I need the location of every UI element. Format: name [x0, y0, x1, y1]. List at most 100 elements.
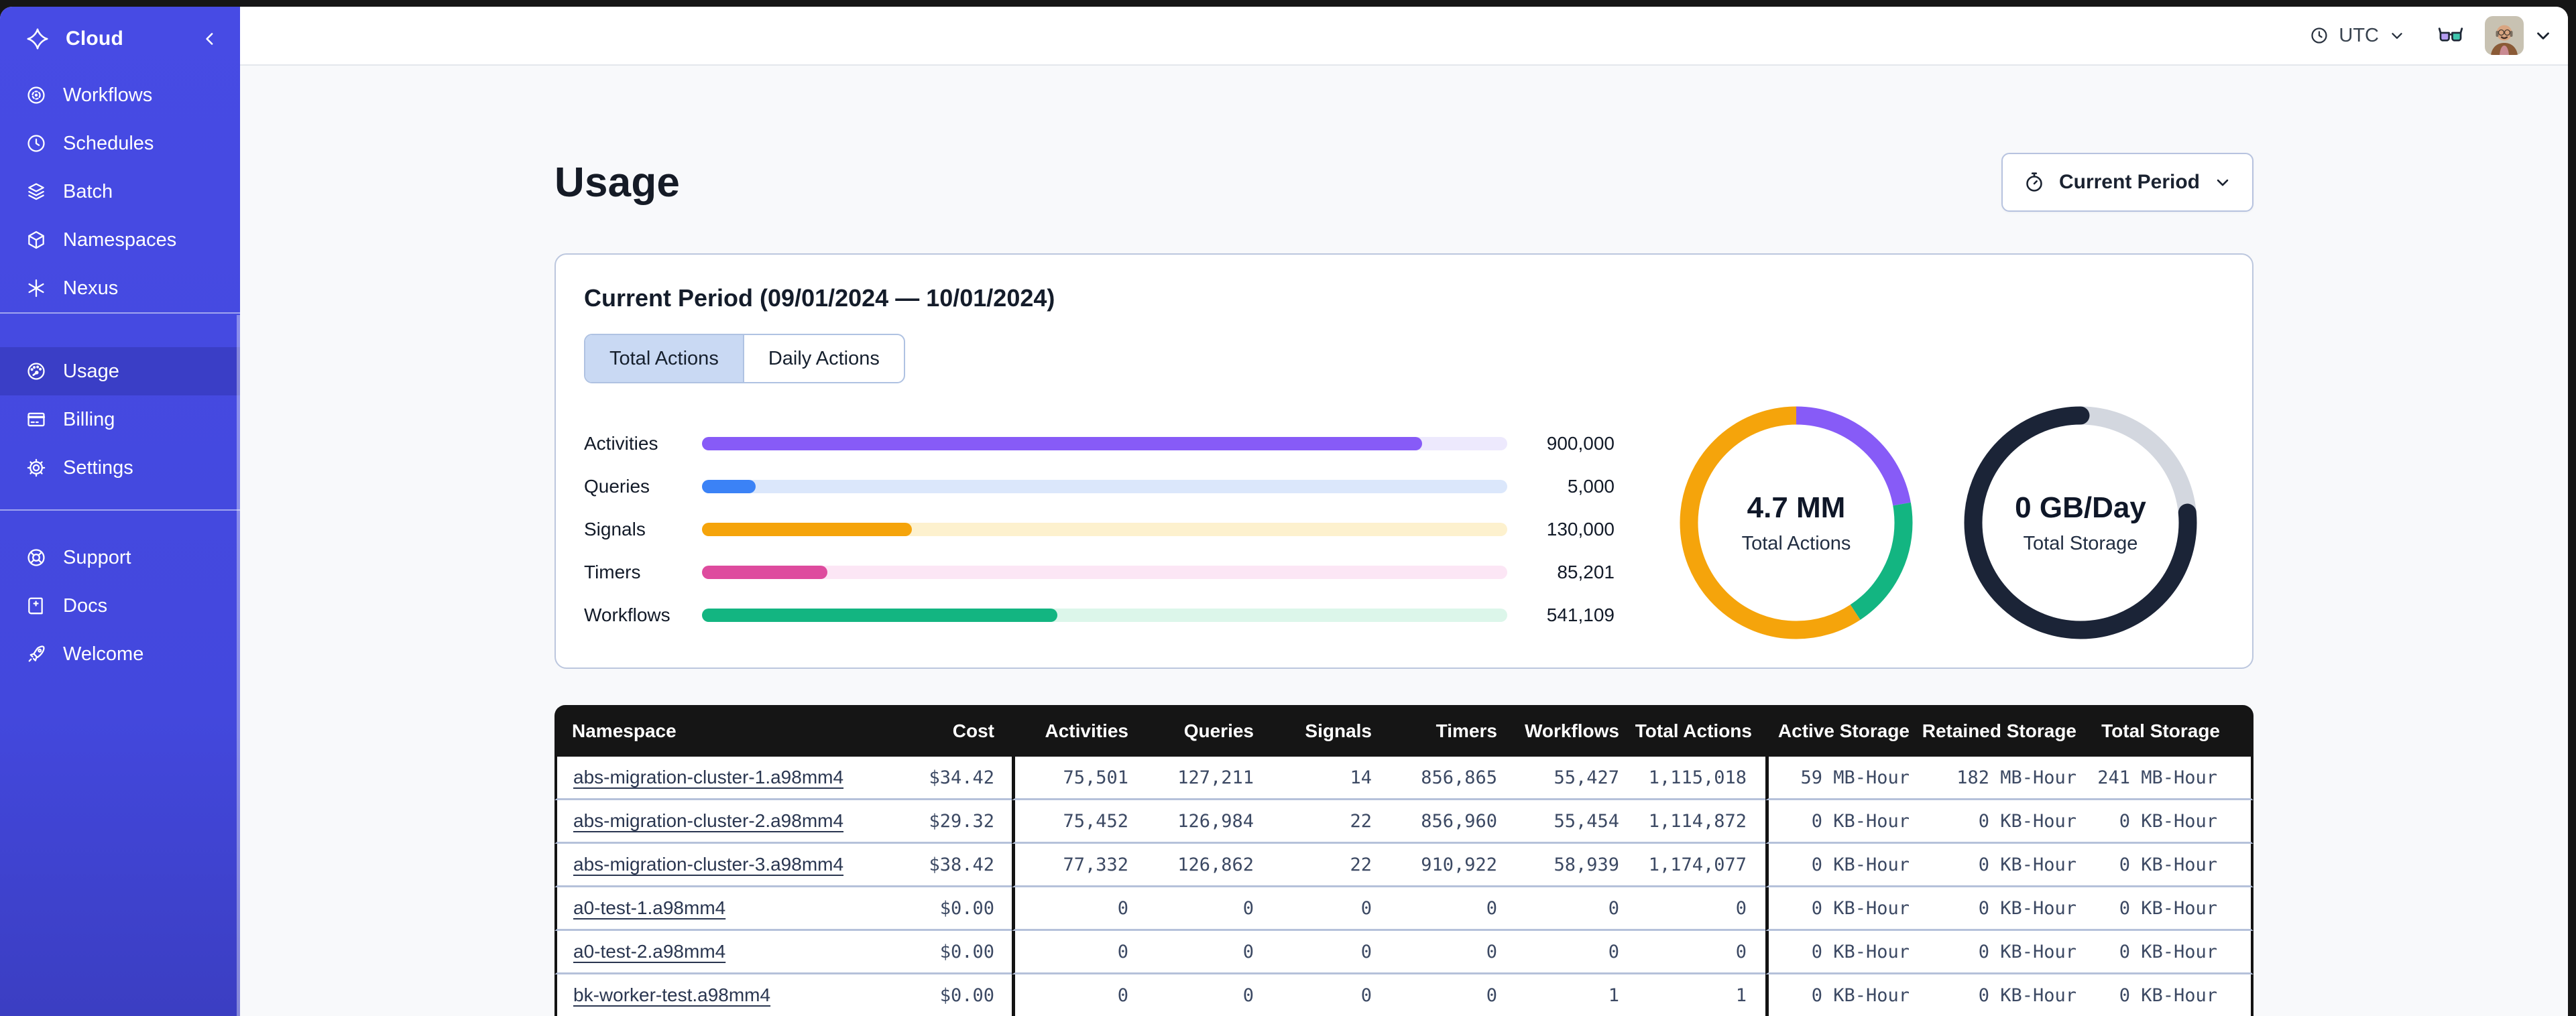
table-row: abs-migration-cluster-3.a98mm4 $38.42 77,3… [554, 844, 2253, 887]
sidebar-item-schedules[interactable]: Schedules [0, 119, 240, 168]
value-cell: 0 KB-Hour [1765, 844, 1920, 887]
bar-value: 85,201 [1557, 562, 1615, 582]
value-cell: 0 [1139, 974, 1265, 1016]
bar-category-label: Activities [584, 433, 658, 454]
value-cell: 0 [1508, 931, 1630, 974]
namespace-cell: bk-worker-test.a98mm4 [554, 974, 910, 1016]
sidebar-item-label: Support [63, 546, 131, 568]
namespace-link[interactable]: a0-test-1.a98mm4 [573, 897, 725, 918]
donut-label: Total Actions [1741, 532, 1851, 554]
value-cell: 77,332 [1012, 844, 1139, 887]
value-cell: 55,454 [1508, 800, 1630, 844]
value-cell: 1 [1630, 974, 1765, 1016]
value-cell: $0.00 [910, 974, 1012, 1016]
collapse-sidebar-icon[interactable] [200, 29, 220, 49]
bar-track [702, 609, 1507, 622]
sidebar-item-docs[interactable]: Docs [0, 582, 240, 630]
sidebar-item-label: Welcome [63, 643, 144, 665]
namespace-link[interactable]: bk-worker-test.a98mm4 [573, 985, 770, 1005]
value-cell: 126,862 [1139, 844, 1265, 887]
value-cell: 127,211 [1139, 757, 1265, 800]
schedules-icon [27, 135, 45, 152]
column-header: Workflows [1508, 705, 1630, 757]
table-row: a0-test-1.a98mm4 $0.00 0 0 0 0 0 0 0 KB-Hour 0 KB… [554, 887, 2253, 931]
column-header: Active Storage [1765, 705, 1920, 757]
bar-row: Activities 900,000 [584, 422, 1615, 465]
sidebar-item-welcome[interactable]: Welcome [0, 630, 240, 678]
value-cell: 0 KB-Hour [2087, 800, 2253, 844]
clock-icon [2311, 27, 2328, 44]
namespace-cell: a0-test-2.a98mm4 [554, 931, 910, 974]
sidebar-item-workflows[interactable]: Workflows [0, 71, 240, 119]
column-header: Total Storage [2087, 705, 2253, 757]
sidebar-item-support[interactable]: Support [0, 533, 240, 582]
namespace-link[interactable]: a0-test-2.a98mm4 [573, 941, 725, 962]
avatar-photo [2485, 16, 2524, 55]
value-cell: 22 [1265, 800, 1383, 844]
bar-fill [702, 480, 756, 493]
value-cell: 0 KB-Hour [1765, 887, 1920, 931]
glasses-icon [2438, 27, 2463, 42]
tab-daily-actions[interactable]: Daily Actions [742, 335, 904, 382]
namespace-cell: a0-test-1.a98mm4 [554, 887, 910, 931]
namespace-link[interactable]: abs-migration-cluster-3.a98mm4 [573, 854, 843, 875]
value-cell: 1 [1508, 974, 1630, 1016]
table-header-row: Namespace Cost Activities Queries Signals Tim… [554, 705, 2253, 757]
user-avatar[interactable] [2485, 16, 2524, 55]
column-header: Namespace [554, 705, 910, 757]
value-cell: 0 [1139, 887, 1265, 931]
sidebar-item-usage[interactable]: Usage [0, 347, 240, 395]
value-cell: 0 KB-Hour [1920, 844, 2087, 887]
value-cell: $38.42 [910, 844, 1012, 887]
period-selector-button[interactable]: Current Period [2001, 153, 2253, 212]
column-header: Cost [910, 705, 1012, 757]
page-title: Usage [554, 159, 681, 206]
sidebar-item-settings[interactable]: Settings [0, 444, 240, 492]
sidebar-scrollbar[interactable] [237, 315, 240, 1016]
namespace-cell: abs-migration-cluster-1.a98mm4 [554, 757, 910, 800]
docs-book-icon [28, 597, 43, 615]
sidebar-item-billing[interactable]: Billing [0, 395, 240, 444]
sidebar-nav-group: Workflows Schedules Batch Namespaces Nex… [0, 71, 240, 312]
tab-total-actions[interactable]: Total Actions [585, 335, 743, 382]
value-cell: 0 KB-Hour [2087, 844, 2253, 887]
workflows-icon [27, 86, 45, 104]
total-actions-donut: 4.7 MM Total Actions [1678, 405, 1914, 641]
table-row: abs-migration-cluster-1.a98mm4 $34.42 75,5… [554, 757, 2253, 800]
batch-icon [28, 183, 44, 200]
sidebar-item-nexus[interactable]: Nexus [0, 264, 240, 312]
namespace-link[interactable]: abs-migration-cluster-1.a98mm4 [573, 767, 843, 787]
bar-fill [702, 437, 1422, 450]
account-menu-chevron-icon[interactable] [2533, 25, 2553, 46]
table-body: abs-migration-cluster-1.a98mm4 $34.42 75,5… [554, 757, 2253, 1016]
value-cell: 910,922 [1383, 844, 1508, 887]
value-cell: $0.00 [910, 887, 1012, 931]
bar-value: 5,000 [1567, 476, 1615, 497]
donut-label: Total Storage [2023, 532, 2138, 554]
feedback-glasses-button[interactable] [2437, 26, 2465, 45]
sidebar-item-label: Schedules [63, 132, 154, 154]
namespace-cell: abs-migration-cluster-2.a98mm4 [554, 800, 910, 844]
timezone-selector[interactable]: UTC [2309, 25, 2406, 47]
donut-center: 4.7 MM Total Actions [1678, 405, 1914, 641]
value-cell: 0 KB-Hour [1920, 931, 2087, 974]
column-header: Signals [1265, 705, 1383, 757]
value-cell: 0 KB-Hour [1765, 800, 1920, 844]
value-cell: 0 KB-Hour [1920, 887, 2087, 931]
main-area: UTC Usage Current Period Current Period … [240, 7, 2568, 1016]
sidebar-account-group: Usage Billing Settings [0, 347, 240, 492]
sidebar-item-batch[interactable]: Batch [0, 168, 240, 216]
sidebar-item-namespaces[interactable]: Namespaces [0, 216, 240, 264]
value-cell: 126,984 [1139, 800, 1265, 844]
value-cell: 0 KB-Hour [2087, 974, 2253, 1016]
sidebar-item-label: Workflows [63, 84, 153, 106]
sidebar-footer-group: Support Docs Welcome [0, 533, 240, 678]
browser-window: Cloud Workflows Schedules Batch Namespac… [0, 7, 2568, 1016]
usage-bar-chart: Activities 900,000 Queries 5,000 Signals 130,… [584, 422, 1615, 641]
table-row: abs-migration-cluster-2.a98mm4 $29.32 75,4… [554, 800, 2253, 844]
value-cell: 58,939 [1508, 844, 1630, 887]
namespace-link[interactable]: abs-migration-cluster-2.a98mm4 [573, 810, 843, 831]
bar-category-label: Queries [584, 476, 650, 497]
namespaces-icon [28, 231, 44, 249]
total-storage-donut: 0 GB/Day Total Storage [1963, 405, 2199, 641]
